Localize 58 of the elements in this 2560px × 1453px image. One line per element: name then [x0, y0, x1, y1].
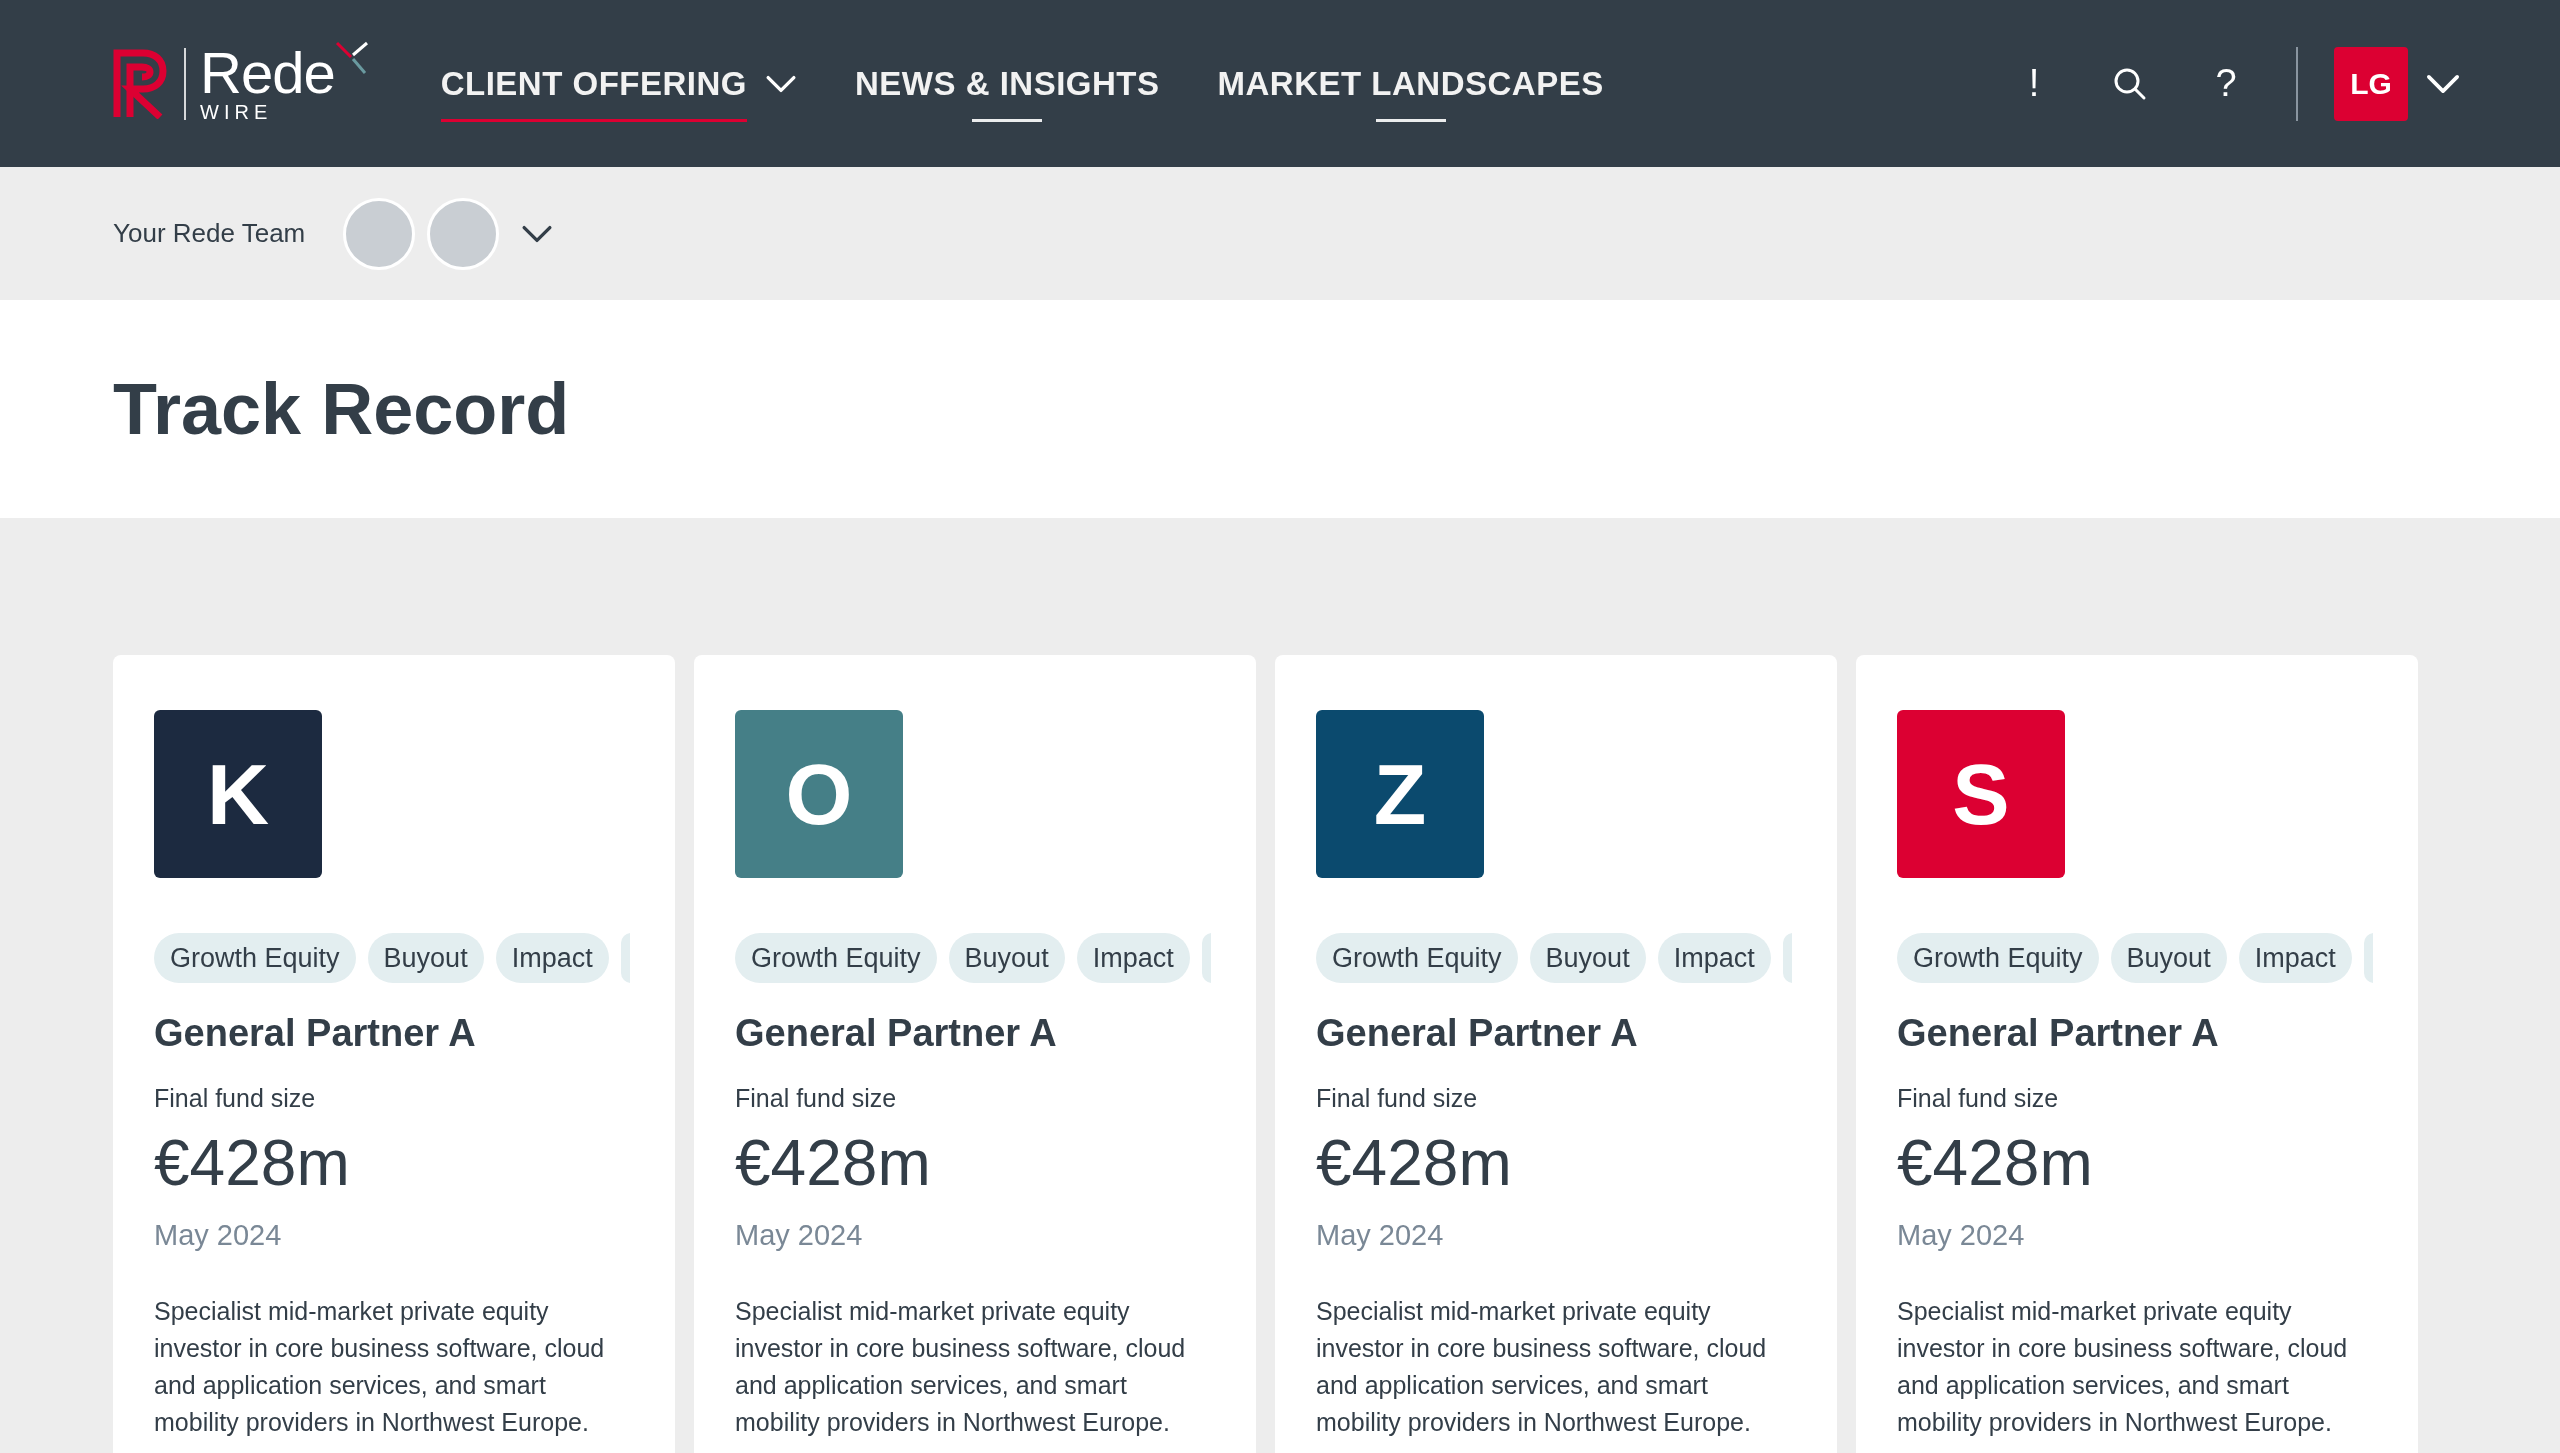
company-letter-tile: K	[154, 710, 322, 878]
alerts-button[interactable]: !	[2004, 53, 2064, 114]
track-record-card[interactable]	[113, 655, 675, 1453]
sector-tag: Growth Equity	[154, 933, 356, 983]
sector-tag: Buyout	[1529, 933, 1646, 983]
sector-tag	[1782, 933, 1792, 983]
company-letter-tile: S	[1897, 710, 2065, 878]
partner-name: General Partner A	[1316, 1011, 1639, 1056]
partner-name: General Partner A	[154, 1011, 477, 1056]
card-description: Specialist mid-market private equity investor in core business software, cloud and application services, and smart mobility providers in Northwest Europe.	[154, 1296, 606, 1438]
fund-size-label: Final fund size	[154, 1083, 317, 1114]
fund-size-amount: €428m	[1316, 1125, 1513, 1201]
search-icon	[2113, 66, 2147, 101]
sector-tag: Buyout	[948, 933, 1065, 983]
sector-tag: Buyout	[367, 933, 484, 983]
card-description: Specialist mid-market private equity investor in core business software, cloud and application services, and smart mobility providers in Northwest Europe.	[1316, 1296, 1768, 1438]
company-letter-tile: Z	[1316, 710, 1484, 878]
sector-tag	[2363, 933, 2373, 983]
nav-link[interactable]: MARKET LANDSCAPES	[1217, 44, 1604, 123]
fund-size-label: Final fund size	[735, 1083, 898, 1114]
sector-tag: Growth Equity	[1897, 933, 2099, 983]
sector-tag: Impact	[1076, 933, 1190, 983]
sector-tag	[620, 933, 630, 983]
partner-name: General Partner A	[1897, 1011, 2220, 1056]
logo-subtitle: WIRE	[200, 100, 274, 123]
sector-tag: Impact	[495, 933, 609, 983]
fund-date: May 2024	[154, 1217, 283, 1253]
fund-date: May 2024	[735, 1217, 864, 1253]
fund-date: May 2024	[1897, 1217, 2026, 1253]
track-record-card[interactable]	[694, 655, 1256, 1453]
fund-size-amount: €428m	[154, 1125, 351, 1201]
card-description: Specialist mid-market private equity investor in core business software, cloud and application services, and smart mobility providers in Northwest Europe.	[735, 1296, 1187, 1438]
fund-size-label: Final fund size	[1316, 1083, 1479, 1114]
track-record-card[interactable]	[1275, 655, 1837, 1453]
track-record-card[interactable]	[1856, 655, 2418, 1453]
fund-size-label: Final fund size	[1897, 1083, 2060, 1114]
user-avatar-button[interactable]: LG	[2334, 46, 2408, 121]
sector-tag	[1201, 933, 1211, 983]
sector-tag: Impact	[2238, 933, 2352, 983]
card-description: Specialist mid-market private equity investor in core business software, cloud and application services, and smart mobility providers in Northwest Europe.	[1897, 1296, 2349, 1438]
logo-wordmark: Rede	[200, 44, 335, 101]
company-letter-tile: O	[735, 710, 903, 878]
team-label: Your Rede Team	[113, 217, 306, 250]
sector-tag: Buyout	[2110, 933, 2227, 983]
fund-size-amount: €428m	[1897, 1125, 2094, 1201]
fund-date: May 2024	[1316, 1217, 1445, 1253]
sector-tag: Impact	[1657, 933, 1771, 983]
help-button[interactable]: ?	[2196, 53, 2256, 114]
nav-link[interactable]: CLIENT OFFERING	[440, 44, 797, 123]
sector-tag: Growth Equity	[735, 933, 937, 983]
partner-name: General Partner A	[735, 1011, 1058, 1056]
chevron-down-icon	[765, 74, 797, 93]
sector-tag: Growth Equity	[1316, 933, 1518, 983]
nav-link[interactable]: NEWS & INSIGHTS	[855, 44, 1160, 123]
chevron-down-icon	[521, 224, 554, 243]
chevron-down-icon	[2426, 73, 2460, 94]
page-title: Track Record	[113, 368, 570, 451]
fund-size-amount: €428m	[735, 1125, 932, 1201]
